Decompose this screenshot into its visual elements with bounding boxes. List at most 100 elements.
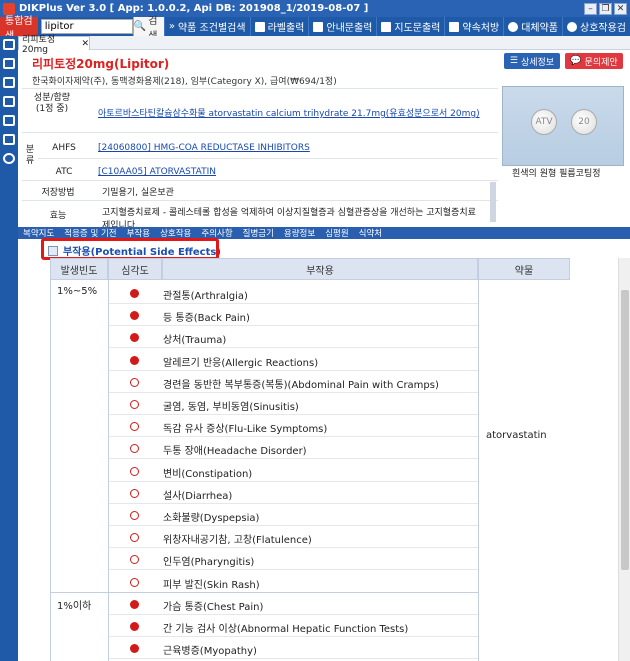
severity-high-icon xyxy=(130,289,139,298)
info-scrollbar[interactable] xyxy=(490,182,496,222)
pill-image: ATV 20 xyxy=(502,86,624,166)
refresh-icon xyxy=(567,21,577,32)
severity-low-icon xyxy=(130,577,139,587)
frequency-cell: 1%~5% xyxy=(57,286,98,297)
gear-icon[interactable] xyxy=(3,153,15,164)
side-effect-name: 등 통증(Back Pain) xyxy=(163,313,250,325)
column-border xyxy=(108,280,109,661)
row-divider xyxy=(108,658,478,660)
appointment-rx-button[interactable]: 약속처방 xyxy=(444,17,503,36)
qr-code-icon[interactable] xyxy=(3,134,15,145)
scrollbar-thumb[interactable] xyxy=(621,290,629,570)
side-effect-name: 경련을 동반한 복부통증(복통)(Abdominal Pain with Cra… xyxy=(163,379,439,391)
table-scrollbar[interactable] xyxy=(618,258,630,661)
lock-icon[interactable] xyxy=(3,96,15,107)
efficacy-label: 효능 xyxy=(49,211,67,221)
table-row: 간 기능 검사 이상(Abnormal Hepatic Function Tes… xyxy=(50,615,570,637)
edit-icon xyxy=(449,21,460,32)
ingredient-link[interactable]: 아토르바스타틴칼슘삼수화물 atorvastatin calcium trihy… xyxy=(98,106,498,119)
storage-value: 기밀용기, 실온보관 xyxy=(102,188,174,198)
chat-icon: 💬 xyxy=(570,56,582,66)
tab-drug[interactable]: 리피토정20mg ✕ xyxy=(18,35,90,55)
minimize-icon[interactable]: – xyxy=(584,2,597,15)
table-row: 위창자내공기참, 고창(Flatulence) xyxy=(50,526,570,549)
printer-icon xyxy=(313,21,324,32)
severity-high-icon xyxy=(130,355,139,365)
search-icon: 🔍 xyxy=(133,21,147,32)
severity-high-icon xyxy=(130,644,139,654)
title-bar: DIKPlus Ver 3.0 [ App: 1.0.0.2, Api DB: … xyxy=(0,0,630,17)
ingredient-label: 성분/함량 (1정 중) xyxy=(33,93,71,114)
table-row: 인두염(Pharyngitis) xyxy=(50,548,570,571)
header-frequency: 발생빈도 xyxy=(50,258,108,280)
nav-contraindications[interactable]: 질병금기 xyxy=(238,227,279,239)
side-effect-name: 관절통(Arthralgia) xyxy=(163,291,248,302)
nav-hira[interactable]: 심평원 xyxy=(320,227,353,239)
nav-mfds[interactable]: 식약처 xyxy=(354,227,387,239)
side-effect-name: 굴염, 동염, 부비동염(Sinusitis) xyxy=(163,402,299,413)
header-side-effect: 부작용 xyxy=(162,258,478,280)
side-effect-name: 알레르기 반응(Allergic Reactions) xyxy=(163,357,319,369)
interaction-button[interactable]: 상호작용검 xyxy=(562,17,630,36)
left-rail xyxy=(0,36,18,661)
severity-high-icon xyxy=(130,333,139,343)
table-row: 굴염, 동염, 부비동염(Sinusitis) xyxy=(50,393,570,415)
frequency-cell: 1%이하 xyxy=(57,600,92,612)
header-drug: 약물 xyxy=(478,258,570,280)
side-effect-drug: atorvastatin xyxy=(486,430,547,441)
monitor-icon[interactable] xyxy=(3,115,15,126)
atc-link[interactable]: [C10AA05] ATORVASTATIN xyxy=(98,167,216,177)
alternative-drug-button[interactable]: 대체약품 xyxy=(503,17,562,36)
severity-low-icon xyxy=(130,400,139,409)
severity-high-icon xyxy=(130,622,139,631)
table-row: 1%이하 가슴 통증(Chest Pain) xyxy=(50,593,570,615)
side-effect-name: 위창자내공기참, 고창(Flatulence) xyxy=(163,535,312,547)
table-row: 경련을 동반한 복부통증(복통)(Abdominal Pain with Cra… xyxy=(50,371,570,393)
chevron-down-icon: » xyxy=(168,21,175,32)
table-row: 1%~5% 관절통(Arthralgia) xyxy=(50,282,570,304)
table-row: 근육병증(Myopathy) xyxy=(50,637,570,660)
table-row: 설사(Diarrhea) xyxy=(50,482,570,504)
tab-strip: 리피토정20mg ✕ xyxy=(18,35,630,55)
search-button[interactable]: 🔍검색 xyxy=(132,16,164,42)
side-effect-name: 변비(Constipation) xyxy=(163,468,253,480)
book-icon[interactable] xyxy=(3,77,15,88)
side-effect-name: 피부 발진(Skin Rash) xyxy=(163,579,260,591)
atc-label: ATC xyxy=(55,167,73,177)
pill-description: 흰색의 원형 필름코팅정 xyxy=(512,169,601,179)
classification-label: 분류 xyxy=(25,145,35,166)
menu-icon[interactable] xyxy=(3,39,15,50)
restore-icon[interactable]: ❐ xyxy=(599,2,612,15)
side-effect-name: 가슴 통증(Chest Pain) xyxy=(163,601,264,613)
guide-print-button[interactable]: 지도문출력 xyxy=(376,17,444,36)
severity-high-icon xyxy=(130,311,139,321)
condition-search-button[interactable]: » 약품 조건별검색 xyxy=(163,17,250,36)
detail-info-button[interactable]: ☰ 상세정보 xyxy=(504,53,560,69)
inquiry-button[interactable]: 💬 문의제안 xyxy=(565,53,623,69)
ahfs-link[interactable]: [24060800] HMG-COA REDUCTASE INHIBITORS xyxy=(98,143,310,153)
side-effect-name: 소화불량(Dyspepsia) xyxy=(163,513,260,524)
notice-print-button[interactable]: 안내문출력 xyxy=(308,17,376,36)
severity-low-icon xyxy=(130,444,139,454)
close-icon[interactable]: ✕ xyxy=(614,2,627,15)
label-print-button[interactable]: 라벨출력 xyxy=(249,17,309,36)
side-effect-name: 독감 유사 증상(Flu-Like Symptoms) xyxy=(163,424,328,436)
side-effect-name: 설사(Diarrhea) xyxy=(163,490,233,502)
severity-low-icon xyxy=(130,533,139,543)
side-effect-name: 상처(Trauma) xyxy=(163,335,227,347)
table-row: 등 통증(Back Pain) xyxy=(50,304,570,327)
group-divider xyxy=(50,591,478,593)
list-icon: ☰ xyxy=(509,56,518,66)
side-effect-name: 두통 장애(Headache Disorder) xyxy=(163,446,307,458)
severity-low-icon xyxy=(130,466,139,476)
pill-back: 20 xyxy=(571,109,597,135)
table-row: 알레르기 반응(Allergic Reactions) xyxy=(50,349,570,371)
home-icon[interactable] xyxy=(3,58,15,69)
pill-icon xyxy=(508,21,519,32)
column-border xyxy=(478,280,479,661)
drug-manufacturer: 한국화이자제약(주), 동맥경화용제(218), 임부(Category X),… xyxy=(32,77,337,87)
close-icon[interactable]: ✕ xyxy=(81,39,89,49)
storage-label: 저장방법 xyxy=(41,188,75,198)
header-severity: 심각도 xyxy=(108,258,162,280)
nav-dosage[interactable]: 용량정보 xyxy=(279,227,320,239)
